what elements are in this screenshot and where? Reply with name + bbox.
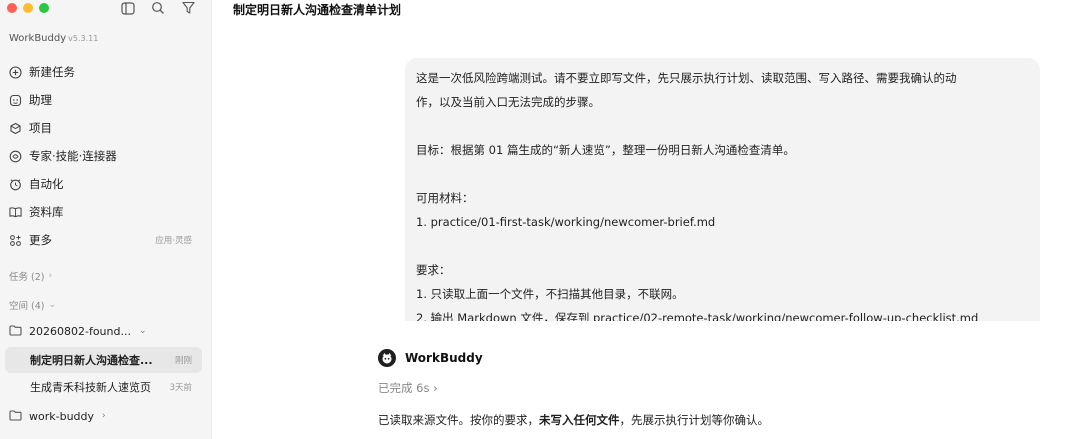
spaces-section-header[interactable]: 空间 (4) ⌄ (9, 298, 56, 312)
tasks-section-label: 任务 (2) (9, 272, 45, 283)
chevron-right-icon: › (433, 381, 438, 395)
message-line: 要求： (416, 263, 451, 277)
message-line: 可用材料： (416, 191, 474, 205)
minimize-window-button[interactable] (23, 3, 33, 13)
workbuddy-logo-icon (378, 349, 396, 367)
sidebar-nav: 新建任务 助理 项目 专家·技能·连接器 自动化 资料库 更多 应用·灵感 (0, 58, 212, 254)
library-icon (9, 206, 22, 219)
folder-icon (9, 325, 22, 337)
assistant-icon (9, 94, 22, 107)
sidebar-item-label: 更多 (29, 233, 52, 247)
sidebar-item-label: 新建任务 (29, 65, 75, 79)
sidebar-toolbar (120, 0, 196, 16)
sidebar-item-library[interactable]: 资料库 (0, 198, 212, 226)
sidebar-item-project[interactable]: 项目 (0, 114, 212, 142)
task-time: 刚刚 (174, 356, 192, 366)
task-item[interactable]: 生成青禾科技新人速览页 3天前 (5, 374, 202, 400)
sidebar-item-automation[interactable]: 自动化 (0, 170, 212, 198)
zoom-window-button[interactable] (39, 3, 49, 13)
sidebar-item-assistant[interactable]: 助理 (0, 86, 212, 114)
folder-label: 20260802-found... (29, 324, 131, 338)
window-controls (7, 3, 49, 13)
agent-name: WorkBuddy (405, 351, 483, 365)
sidebar: WorkBuddy v5.3.11 新建任务 助理 项目 专家·技能·连接器 自动… (0, 0, 212, 439)
agent-reply-text: 已读取来源文件。按你的要求，未写入任何文件，先展示执行计划等你确认。 (378, 412, 769, 428)
reply-text-bold: 未写入任何文件 (539, 413, 620, 427)
expert-icon (9, 150, 22, 163)
chevron-down-icon: ⌄ (138, 326, 147, 336)
message-line: 2. 输出 Markdown 文件，保存到 practice/02-remote… (416, 311, 979, 321)
sidebar-toggle-icon[interactable] (120, 0, 136, 16)
agent-reply-header: WorkBuddy (378, 349, 483, 367)
sidebar-item-new-task[interactable]: 新建任务 (0, 58, 212, 86)
message-blank-line (416, 234, 1030, 258)
plus-circle-icon (9, 65, 22, 79)
sidebar-item-label: 自动化 (29, 177, 64, 191)
user-message-bubble: 这是一次低风险跨端测试。请不要立即写文件，先只展示执行计划、读取范围、写入路径、… (405, 58, 1040, 321)
filter-icon[interactable] (180, 0, 196, 16)
sidebar-item-label: 专家·技能·连接器 (29, 149, 117, 163)
message-blank-line (416, 162, 1030, 186)
app-name-label: WorkBuddy (9, 33, 67, 44)
task-label: 生成青禾科技新人速览页 (30, 381, 151, 394)
chevron-down-icon: ⌄ (48, 300, 57, 310)
message-blank-line (416, 114, 1030, 138)
task-item-active[interactable]: 制定明日新人沟通检查... 刚刚 (5, 347, 202, 373)
app-name: WorkBuddy v5.3.11 (9, 33, 98, 44)
chevron-right-icon: › (102, 411, 106, 421)
message-line: 目标：根据第 01 篇生成的“新人速览”，整理一份明日新人沟通检查清单。 (416, 143, 795, 157)
space-folder-2[interactable]: work-buddy › (9, 405, 106, 427)
search-icon[interactable] (150, 0, 166, 16)
space-folder-1[interactable]: 20260802-found... ⌄ (9, 320, 147, 342)
more-grid-icon (9, 234, 22, 247)
sidebar-item-note: 应用·灵感 (155, 236, 192, 246)
chevron-right-icon: › (48, 271, 53, 281)
reply-text-end: ，先展示执行计划等你确认。 (619, 413, 770, 427)
message-line: 作，以及当前入口无法完成的步骤。 (416, 95, 600, 109)
sidebar-item-label: 助理 (29, 93, 52, 107)
completion-status[interactable]: 已完成 6s › (378, 380, 438, 396)
task-label: 制定明日新人沟通检查... (30, 354, 153, 367)
reply-text-start: 已读取来源文件。按你的要求， (378, 413, 539, 427)
sidebar-item-expert[interactable]: 专家·技能·连接器 (0, 142, 212, 170)
message-line: 这是一次低风险跨端测试。请不要立即写文件，先只展示执行计划、读取范围、写入路径、… (416, 71, 957, 85)
automation-icon (9, 178, 22, 191)
page-title: 制定明日新人沟通检查清单计划 (233, 3, 402, 17)
folder-label: work-buddy (29, 409, 95, 423)
sidebar-item-label: 项目 (29, 121, 52, 135)
tasks-section-header[interactable]: 任务 (2) › (9, 269, 52, 283)
sidebar-item-more[interactable]: 更多 应用·灵感 (0, 226, 212, 254)
message-line: 1. practice/01-first-task/working/newcom… (416, 215, 716, 229)
spaces-section-label: 空间 (4) (9, 301, 45, 312)
folder-icon (9, 410, 22, 422)
project-icon (9, 122, 22, 135)
task-time: 3天前 (169, 383, 192, 393)
completion-status-label: 已完成 6s (378, 381, 430, 395)
message-line: 1. 只读取上面一个文件，不扫描其他目录，不联网。 (416, 287, 684, 301)
sidebar-item-label: 资料库 (29, 205, 64, 219)
app-version: v5.3.11 (68, 34, 99, 43)
close-window-button[interactable] (7, 3, 17, 13)
